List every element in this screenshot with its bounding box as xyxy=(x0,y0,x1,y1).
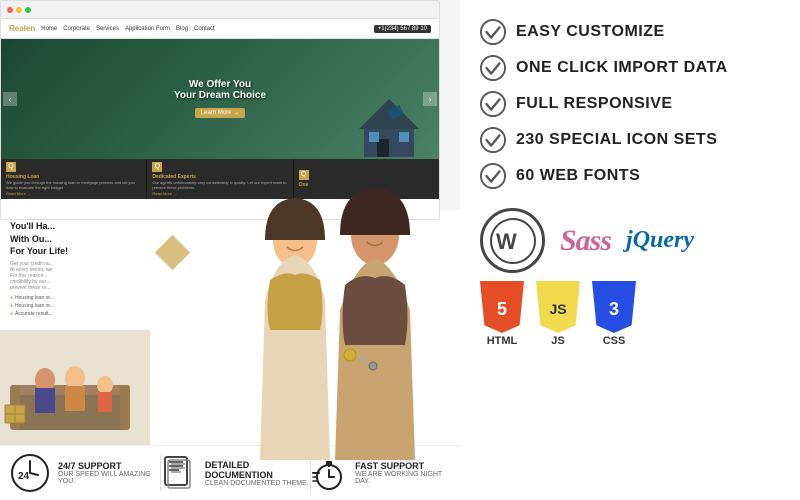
right-panel: EASY CUSTOMIZE ONE CLICK IMPORT DATA FUL… xyxy=(460,0,800,500)
tech-row2: 5 HTML JS JS 3 CSS xyxy=(480,281,780,347)
hero-section: ‹ We Offer You Your Dream Choice Learn M… xyxy=(1,39,439,159)
tech-row1: W Sass jQuery xyxy=(480,208,780,273)
couple-image xyxy=(210,180,460,460)
hero-arrow-left[interactable]: ‹ xyxy=(3,92,17,106)
overlay-body: Get your credit ra... At every sector, w… xyxy=(10,261,210,291)
feature-item-4: 230 SPECIAL ICON SETS xyxy=(480,123,780,157)
overlay-item-2: ● Housing loan or... xyxy=(10,303,210,309)
check-icon-4 xyxy=(480,127,506,153)
browser-dot-yellow xyxy=(16,7,22,13)
nav-corporate: Corporate xyxy=(63,26,90,32)
browser-dot-green xyxy=(25,7,31,13)
check-icon-1 xyxy=(480,19,506,45)
support-text: 24/7 SUPPORT OUR SPEED WILL AMAZING YOU. xyxy=(58,461,160,485)
fast-text: FAST SUPPORT WE ARE WORKING NIGHT DAY. xyxy=(355,461,450,485)
info-card-icon-1: Q xyxy=(6,162,16,172)
feature-docs: DETAILED DOCUMENTION CLEAN DOCUMENTED TH… xyxy=(161,455,310,491)
fast-title: FAST SUPPORT xyxy=(355,461,450,471)
support-subtitle: OUR SPEED WILL AMAZING YOU. xyxy=(58,471,160,485)
css3-badge: 3 CSS xyxy=(592,281,636,347)
feature-support: 24 24/7 SUPPORT OUR SPEED WILL AMAZING Y… xyxy=(10,453,160,493)
svg-text:24: 24 xyxy=(18,471,30,482)
info-card-text-1: We guide you through the housing loan or… xyxy=(6,180,141,190)
js-shield: JS xyxy=(536,281,580,333)
html-label: HTML xyxy=(487,335,518,347)
overlay-text: You'll Ha...With Ou...For Your Life! Get… xyxy=(10,220,210,317)
jquery-logo: jQuery xyxy=(626,227,694,254)
feature-item-5: 60 WEB FONTS xyxy=(480,159,780,193)
nav-appform: Application Form xyxy=(125,26,170,32)
feature-label-1: EASY CUSTOMIZE xyxy=(516,23,665,41)
browser-nav: Realen Home Corporate Services Applicati… xyxy=(1,19,439,39)
feature-list: EASY CUSTOMIZE ONE CLICK IMPORT DATA FUL… xyxy=(480,15,780,193)
fast-icon xyxy=(311,455,347,491)
lower-content: You'll Ha...With Ou...For Your Life! Get… xyxy=(0,210,460,500)
browser-dot-red xyxy=(7,7,13,13)
js-label: JS xyxy=(551,335,564,347)
feature-item-1: EASY CUSTOMIZE xyxy=(480,15,780,49)
info-card-btn-1[interactable]: Read More → xyxy=(6,191,141,196)
nav-phone: +1(234) 567 89 10 xyxy=(374,25,431,33)
nav-home: Home xyxy=(41,26,57,32)
tech-area: W Sass jQuery 5 HTML xyxy=(480,208,780,347)
check-icon-2 xyxy=(480,55,506,81)
overlay-item-3: ● Accurate result... xyxy=(10,311,210,317)
browser-topbar xyxy=(1,1,439,19)
hero-title: We Offer You Your Dream Choice xyxy=(174,79,266,101)
feature-label-4: 230 SPECIAL ICON SETS xyxy=(516,131,717,149)
support-title: 24/7 SUPPORT xyxy=(58,461,160,471)
docs-subtitle: CLEAN DOCUMENTED THEME. xyxy=(205,480,310,487)
nav-blog: Blog xyxy=(176,26,188,32)
left-panel: Realen Home Corporate Services Applicati… xyxy=(0,0,460,500)
feature-label-5: 60 WEB FONTS xyxy=(516,167,640,185)
docs-title: DETAILED DOCUMENTION xyxy=(205,460,310,480)
docs-text: DETAILED DOCUMENTION CLEAN DOCUMENTED TH… xyxy=(205,460,310,487)
feature-label-3: FULL RESPONSIVE xyxy=(516,95,673,113)
nav-links: Home Corporate Services Application Form… xyxy=(41,26,214,32)
overlay-title: You'll Ha...With Ou...For Your Life! xyxy=(10,220,210,258)
sass-text: Sass xyxy=(560,224,611,257)
fast-subtitle: WE ARE WORKING NIGHT DAY. xyxy=(355,471,450,485)
sass-logo: Sass xyxy=(560,224,611,258)
hero-button[interactable]: Learn More → xyxy=(195,108,245,118)
html5-shield: 5 xyxy=(480,281,524,333)
info-card-icon-3: Q xyxy=(299,170,309,180)
svg-text:W: W xyxy=(496,229,517,254)
info-card-1: Q Housing Loan We guide you through the … xyxy=(1,159,146,199)
info-card-icon-2: Q xyxy=(152,162,162,172)
docs-icon xyxy=(161,455,197,491)
feature-fast: FAST SUPPORT WE ARE WORKING NIGHT DAY. xyxy=(311,455,450,491)
hero-house-illustration xyxy=(349,89,429,159)
css-label: CSS xyxy=(603,335,626,347)
check-icon-5 xyxy=(480,163,506,189)
jquery-text: jQuery xyxy=(626,227,694,253)
js-badge: JS JS xyxy=(536,281,580,347)
nav-services: Services xyxy=(96,26,119,32)
overlay-items: ● Housing loan or... ● Housing loan or..… xyxy=(10,295,210,317)
overlay-item-1: ● Housing loan or... xyxy=(10,295,210,301)
feature-item-2: ONE CLICK IMPORT DATA xyxy=(480,51,780,85)
check-icon-3 xyxy=(480,91,506,117)
family-image xyxy=(0,330,150,445)
feature-item-3: FULL RESPONSIVE xyxy=(480,87,780,121)
nav-contact: Contact xyxy=(194,26,215,32)
css3-shield: 3 xyxy=(592,281,636,333)
support-icon: 24 xyxy=(10,453,50,493)
feature-label-2: ONE CLICK IMPORT DATA xyxy=(516,59,728,77)
html5-badge: 5 HTML xyxy=(480,281,524,347)
wordpress-icon: W xyxy=(480,208,545,273)
site-logo: Realen xyxy=(9,24,35,33)
hero-text-block: We Offer You Your Dream Choice Learn Mor… xyxy=(174,79,266,119)
